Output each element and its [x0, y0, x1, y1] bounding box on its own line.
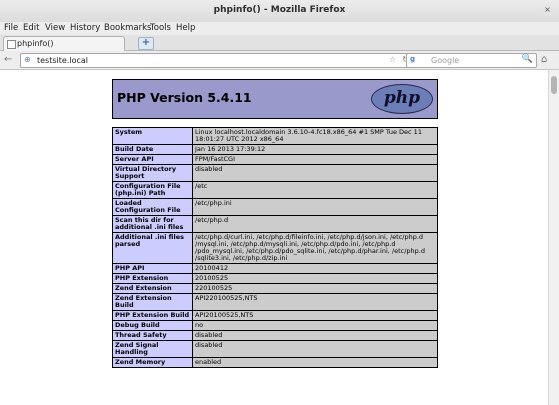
- row-label: PHP Extension Build: [112, 310, 193, 321]
- table-row: Configuration File (php.ini) Path/etc: [112, 181, 438, 199]
- navigation-bar: ← ⊕ testsite.local ☆ ↻ g Google 🔍 ⌂: [0, 51, 559, 70]
- menu-edit[interactable]: Edit: [23, 23, 39, 33]
- menu-tools[interactable]: Tools: [150, 23, 171, 33]
- row-value: Linux localhost.localdomain 3.6.10-4.fc1…: [192, 127, 438, 145]
- scrollbar-thumb[interactable]: [551, 76, 557, 94]
- row-value: FPM/FastCGI: [192, 154, 438, 165]
- page-title: PHP Version 5.4.11: [117, 90, 252, 105]
- php-logo: php: [371, 84, 433, 114]
- row-value: API220100525,NTS: [192, 293, 438, 311]
- table-row: Zend Memory enabled: [112, 357, 438, 368]
- row-value: enabled: [192, 357, 438, 368]
- php-version-header: PHP Version 5.4.11 php: [112, 79, 438, 119]
- table-row: Loaded Configuration File/etc/php.ini: [112, 198, 438, 216]
- row-value: 220100525: [192, 283, 438, 294]
- php-logo-text: php: [383, 88, 421, 108]
- row-value: /etc/php.d: [192, 215, 438, 233]
- row-label: Build Date: [112, 144, 193, 155]
- search-input[interactable]: Google: [431, 56, 459, 65]
- table-row: PHP API 20100412: [112, 263, 438, 274]
- row-label: Loaded Configuration File: [112, 198, 193, 216]
- close-icon[interactable]: ×: [542, 5, 553, 16]
- row-label: Virtual Directory Support: [112, 164, 193, 182]
- window-titlebar: phpinfo() - Mozilla Firefox ×: [0, 0, 559, 23]
- row-label: Scan this dir for additional .ini files: [112, 215, 193, 233]
- row-value: /etc: [192, 181, 438, 199]
- row-value: no: [192, 320, 438, 331]
- new-tab-button[interactable]: +: [138, 37, 154, 50]
- row-label: Additional .ini files parsed: [112, 232, 193, 264]
- page-icon: [7, 40, 16, 49]
- table-row: Zend Extension 220100525: [112, 283, 438, 294]
- menu-history[interactable]: History: [70, 23, 100, 33]
- php-info-table: System Linux localhost.localdomain 3.6.10…: [112, 127, 438, 368]
- row-label: PHP Extension: [112, 273, 193, 284]
- row-label: Zend Signal Handling: [112, 340, 193, 358]
- row-value: disabled: [192, 330, 438, 341]
- menu-bookmarks[interactable]: Bookmarks: [104, 23, 152, 33]
- search-icon[interactable]: 🔍: [522, 54, 533, 64]
- bookmark-star-icon[interactable]: ☆: [389, 55, 396, 64]
- table-row: Debug Build no: [112, 320, 438, 331]
- row-value: /etc/php.d/curl.ini, /etc/php.d/fileinfo…: [192, 232, 438, 264]
- row-label: Zend Memory: [112, 357, 193, 368]
- row-value: API20100525,NTS: [192, 310, 438, 321]
- row-value: disabled: [192, 164, 438, 182]
- row-label: System: [112, 127, 193, 145]
- search-bar[interactable]: g Google 🔍: [406, 53, 537, 68]
- row-label: Server API: [112, 154, 193, 165]
- table-row: Zend Extension Build API220100525,NTS: [112, 293, 438, 311]
- row-label: Zend Extension Build: [112, 293, 193, 311]
- globe-icon: ⊕: [24, 55, 31, 64]
- tab-label: phpinfo(): [17, 39, 54, 48]
- row-value: Jan 16 2013 17:39:12: [192, 144, 438, 155]
- table-row: Server API FPM/FastCGI: [112, 154, 438, 165]
- table-row: Thread Safety disabled: [112, 330, 438, 341]
- row-label: Debug Build: [112, 320, 193, 331]
- row-value: /etc/php.ini: [192, 198, 438, 216]
- tab-bar: phpinfo() +: [0, 35, 559, 51]
- url-bar[interactable]: ⊕ testsite.local ☆ ↻: [20, 53, 413, 68]
- table-row: PHP Extension Build API20100525,NTS: [112, 310, 438, 321]
- back-arrow-icon[interactable]: ←: [4, 54, 16, 66]
- table-row: PHP Extension 20100525: [112, 273, 438, 284]
- home-icon[interactable]: ⌂: [541, 54, 553, 66]
- row-value: 20100525: [192, 273, 438, 284]
- menu-bar: File Edit View History Bookmarks Tools H…: [0, 22, 559, 35]
- vertical-scrollbar[interactable]: [548, 70, 559, 405]
- row-label: PHP API: [112, 263, 193, 274]
- table-row: Zend Signal Handling disabled: [112, 340, 438, 358]
- row-label: Configuration File (php.ini) Path: [112, 181, 193, 199]
- menu-view[interactable]: View: [45, 23, 65, 33]
- menu-file[interactable]: File: [4, 23, 18, 33]
- row-value: 20100412: [192, 263, 438, 274]
- table-row: Build Date Jan 16 2013 17:39:12: [112, 144, 438, 155]
- tab-phpinfo[interactable]: phpinfo(): [3, 36, 125, 51]
- table-row: Scan this dir for additional .ini files /…: [112, 215, 438, 233]
- menu-help[interactable]: Help: [176, 23, 195, 33]
- row-value: disabled: [192, 340, 438, 358]
- url-text[interactable]: testsite.local: [37, 56, 88, 65]
- window-title: phpinfo() - Mozilla Firefox: [213, 5, 346, 15]
- table-row: Additional .ini files parsed/etc/php.d/c…: [112, 232, 438, 264]
- page-content: PHP Version 5.4.11 php System Linux local…: [0, 70, 548, 405]
- table-row: Virtual Directory Support disabled: [112, 164, 438, 182]
- google-engine-icon[interactable]: g: [410, 55, 423, 64]
- table-row: System Linux localhost.localdomain 3.6.10…: [112, 127, 438, 145]
- row-label: Zend Extension: [112, 283, 193, 294]
- row-label: Thread Safety: [112, 330, 193, 341]
